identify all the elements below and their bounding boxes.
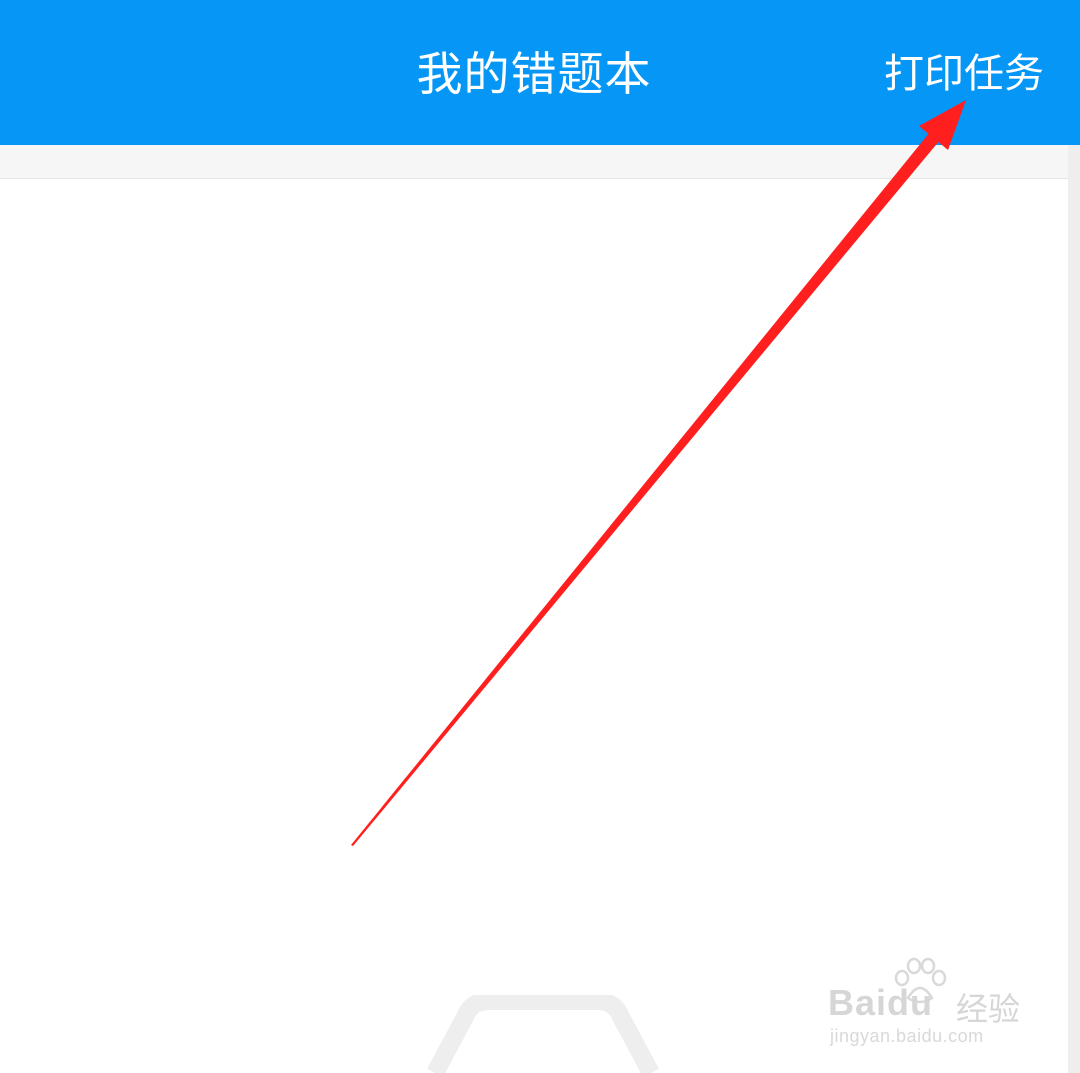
watermark-url: jingyan.baidu.com (830, 1026, 984, 1046)
watermark-product: 经验 (956, 991, 1021, 1027)
baidu-jingyan-watermark: Baidu 经验 jingyan.baidu.com (828, 956, 1028, 1052)
top-navigation-bar: 我的错题本 打印任务 (0, 0, 1080, 145)
content-area (0, 179, 1068, 1073)
scrollbar-track[interactable] (1068, 145, 1080, 1073)
watermark-brand: Baidu (828, 982, 934, 1023)
print-tasks-button[interactable]: 打印任务 (884, 44, 1044, 104)
sub-header-bar (0, 145, 1080, 179)
tray-icon (427, 995, 659, 1073)
page-title-text: 我的错题本 (416, 47, 652, 101)
